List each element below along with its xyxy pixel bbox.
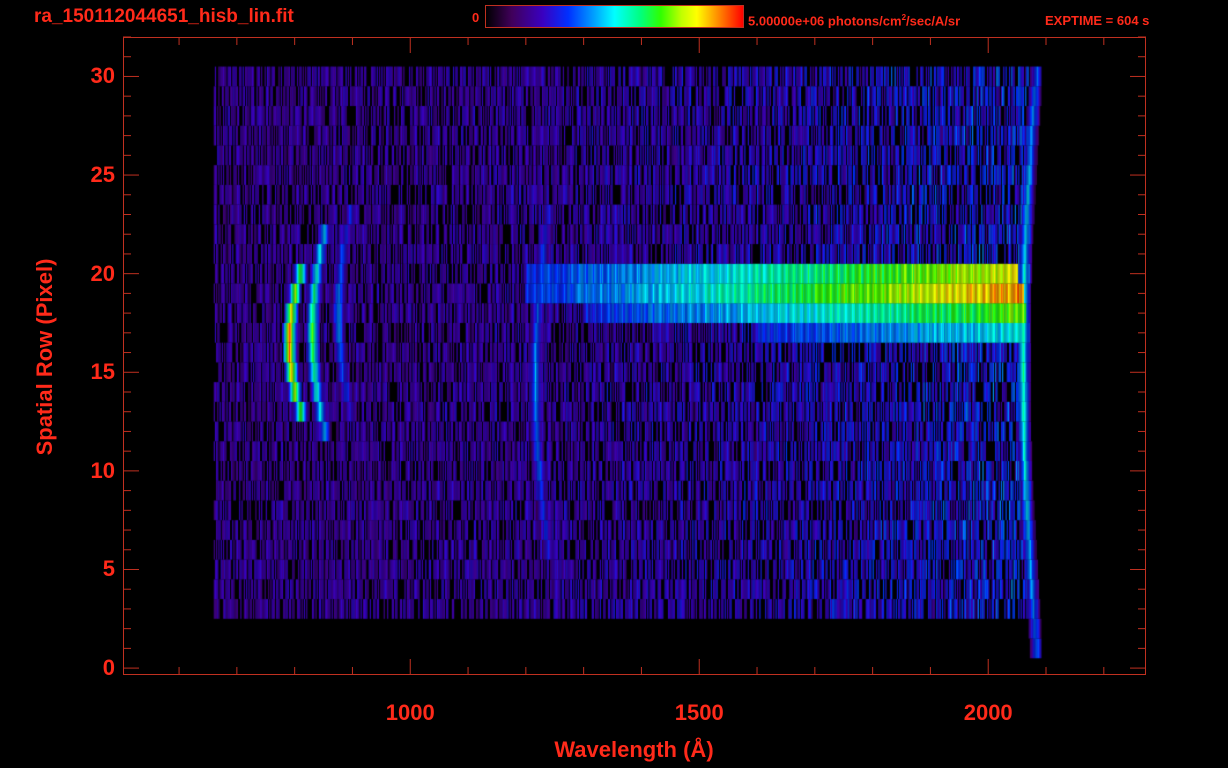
y-tick-label: 0 xyxy=(102,655,115,681)
y-tick-label: 25 xyxy=(90,162,115,188)
y-tick-label: 20 xyxy=(90,260,115,286)
x-tick-label: 2000 xyxy=(963,700,1013,725)
y-tick-label: 15 xyxy=(90,359,115,385)
x-tick-label: 1500 xyxy=(674,700,724,725)
x-tick-label: 1000 xyxy=(385,700,435,725)
x-axis-label: Wavelength (Å) xyxy=(554,737,714,762)
axes-ticks xyxy=(123,36,1146,675)
y-axis-label: Spatial Row (Pixel) xyxy=(32,258,57,456)
y-tick-label: 30 xyxy=(90,63,115,89)
y-tick-label: 10 xyxy=(90,457,115,483)
y-tick-label: 5 xyxy=(102,556,115,582)
